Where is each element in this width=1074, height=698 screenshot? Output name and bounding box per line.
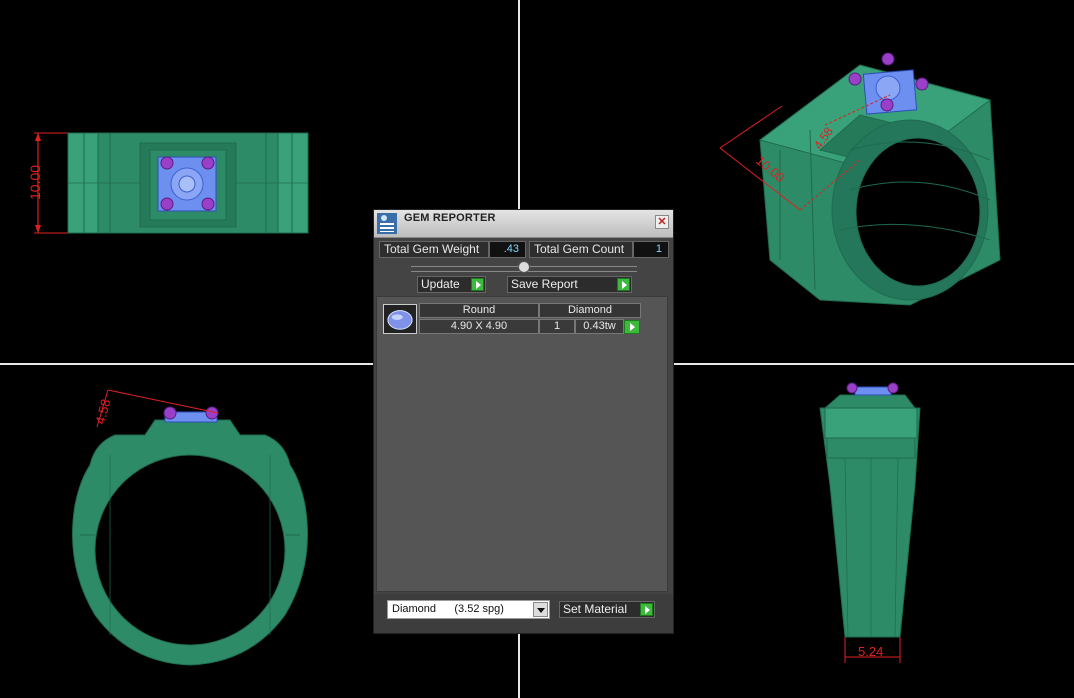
dimension-label-front: 4.58 — [92, 397, 113, 425]
side-dimension: 5.24 — [844, 637, 901, 663]
dimension-label-top: 10.00 — [27, 165, 43, 200]
close-icon[interactable]: ✕ — [655, 215, 669, 229]
gem-row-go-button[interactable] — [624, 320, 640, 334]
material-select-value: Diamond (3.52 spg) — [392, 603, 504, 615]
material-select[interactable]: Diamond (3.52 spg) — [387, 600, 550, 619]
save-report-button-label: Save Report — [511, 277, 578, 291]
gem-list-area[interactable] — [376, 296, 668, 592]
set-material-button-label: Set Material — [563, 602, 628, 616]
slider-knob-icon[interactable] — [518, 261, 530, 273]
go-arrow-icon — [471, 278, 484, 291]
round-gem-thumbnail-icon[interactable] — [383, 304, 417, 334]
update-button[interactable]: Update — [417, 276, 486, 293]
dropdown-arrow-icon[interactable] — [533, 602, 548, 617]
gem-shape-header: Round — [419, 303, 539, 318]
side-viewport[interactable]: 5.24 — [675, 365, 1074, 698]
go-arrow-icon — [640, 603, 653, 616]
gem-reporter-app-icon — [377, 213, 397, 234]
total-gem-count-label: Total Gem Count — [529, 241, 633, 258]
ring-side-view — [819, 382, 921, 638]
total-gem-count-value: 1 — [633, 241, 669, 258]
set-material-button[interactable]: Set Material — [559, 601, 655, 618]
gem-count-cell: 1 — [539, 319, 575, 334]
gem-reporter-panel: GEM REPORTER ✕ Total Gem Weight .43 Tota… — [373, 209, 674, 634]
dimension-label-side: 5.24 — [858, 644, 883, 659]
total-gem-weight-label: Total Gem Weight — [379, 241, 489, 258]
go-arrow-icon — [617, 278, 630, 291]
panel-titlebar[interactable]: GEM REPORTER ✕ — [374, 210, 673, 238]
gem-weight-cell: 0.43tw — [575, 319, 624, 334]
height-dimension: 10.00 — [27, 132, 68, 234]
ring-perspective-view — [758, 52, 1001, 306]
ring-front-view — [72, 406, 308, 666]
gem-size-cell: 4.90 X 4.90 — [419, 319, 539, 334]
save-report-button[interactable]: Save Report — [507, 276, 632, 293]
gem-material-header: Diamond — [539, 303, 641, 318]
total-gem-weight-value: .43 — [489, 241, 526, 258]
update-button-label: Update — [421, 277, 460, 291]
ring-top-view — [67, 132, 309, 234]
panel-title: GEM REPORTER — [404, 212, 496, 224]
